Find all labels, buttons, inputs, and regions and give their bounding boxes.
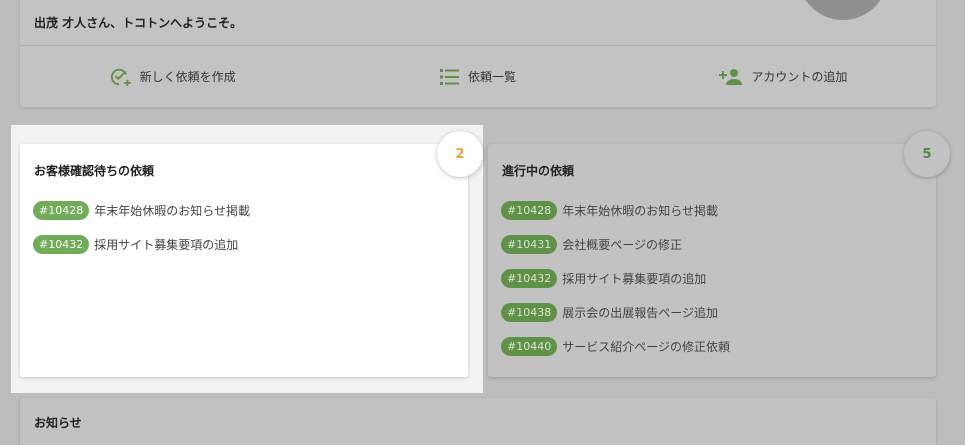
request-title: 展示会の出展報告ページ追加	[562, 305, 718, 320]
person-add-icon	[719, 68, 743, 85]
list-item[interactable]: #10438 展示会の出展報告ページ追加	[501, 302, 730, 322]
list-item[interactable]: #10432 採用サイト募集要項の追加	[33, 234, 250, 254]
avatar[interactable]	[798, 0, 888, 20]
list-item[interactable]: #10440 サービス紹介ページの修正依頼	[501, 336, 730, 356]
request-id-badge: #10432	[33, 234, 90, 254]
awaiting-list: #10428 年末年始休暇のお知らせ掲載 #10432 採用サイト募集要項の追加	[33, 200, 250, 268]
request-id-badge: #10440	[501, 336, 558, 356]
request-title: 採用サイト募集要項の追加	[562, 271, 707, 286]
request-title: 会社概要ページの修正	[562, 237, 682, 252]
request-title: サービス紹介ページの修正依頼	[562, 339, 730, 354]
request-id-badge: #10428	[501, 200, 558, 220]
awaiting-title: お客様確認待ちの依頼	[34, 164, 155, 178]
request-list-button[interactable]: 依頼一覧	[325, 68, 630, 86]
in-progress-title: 進行中の依頼	[502, 164, 575, 178]
in-progress-card: 進行中の依頼 #10428 年末年始休暇のお知らせ掲載 #10431 会社概要ペ…	[488, 144, 936, 377]
news-card: お知らせ	[20, 398, 936, 445]
add-account-button[interactable]: アカウントの追加	[631, 68, 936, 86]
list-item[interactable]: #10428 年末年始休暇のお知らせ掲載	[501, 200, 730, 220]
request-id-badge: #10438	[501, 302, 558, 322]
awaiting-count-badge: 2	[437, 131, 483, 177]
request-id-badge: #10432	[501, 268, 558, 288]
in-progress-list: #10428 年末年始休暇のお知らせ掲載 #10431 会社概要ページの修正 #…	[501, 200, 730, 370]
create-request-button[interactable]: 新しく依頼を作成	[20, 66, 325, 88]
list-icon	[439, 68, 459, 85]
welcome-card: 出茂 才人さん、トコトンへようこそ。 新しく依頼を作成 依頼一覧 アカウントの追…	[20, 0, 936, 107]
awaiting-confirmation-card: お客様確認待ちの依頼 #10428 年末年始休暇のお知らせ掲載 #10432 採…	[20, 144, 468, 377]
add-account-label: アカウントの追加	[751, 70, 848, 84]
quick-actions: 新しく依頼を作成 依頼一覧 アカウントの追加	[20, 46, 936, 107]
welcome-message: 出茂 才人さん、トコトンへようこそ。	[34, 16, 243, 30]
in-progress-count-badge: 5	[904, 131, 950, 177]
request-list-label: 依頼一覧	[467, 70, 516, 84]
request-id-badge: #10428	[33, 200, 90, 220]
request-title: 年末年始休暇のお知らせ掲載	[94, 203, 250, 218]
request-title: 採用サイト募集要項の追加	[94, 237, 239, 252]
create-request-label: 新しく依頼を作成	[139, 70, 236, 84]
request-id-badge: #10431	[501, 234, 558, 254]
request-title: 年末年始休暇のお知らせ掲載	[562, 203, 718, 218]
news-title: お知らせ	[34, 416, 82, 430]
list-item[interactable]: #10431 会社概要ページの修正	[501, 234, 730, 254]
check-add-icon	[110, 68, 131, 86]
list-item[interactable]: #10432 採用サイト募集要項の追加	[501, 268, 730, 288]
list-item[interactable]: #10428 年末年始休暇のお知らせ掲載	[33, 200, 250, 220]
